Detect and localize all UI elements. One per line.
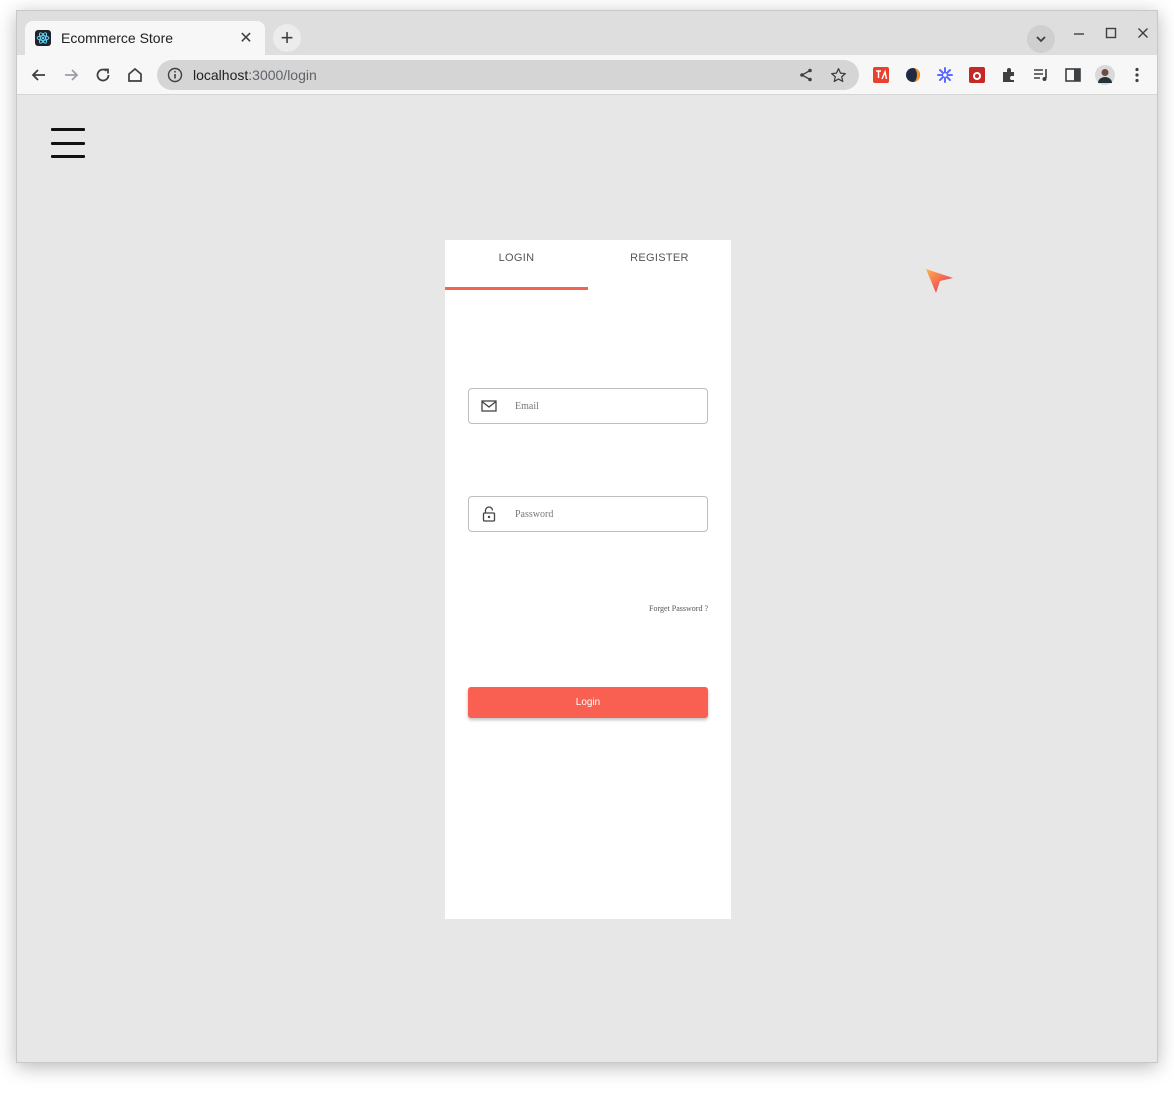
close-window-button[interactable] bbox=[1131, 23, 1155, 43]
tab-search-button[interactable] bbox=[1027, 25, 1055, 53]
profile-avatar[interactable] bbox=[1095, 65, 1115, 85]
forward-button[interactable] bbox=[57, 61, 85, 89]
chevron-down-icon bbox=[1036, 36, 1046, 43]
menu-icon[interactable] bbox=[51, 127, 85, 159]
snowflake-extension-icon[interactable] bbox=[935, 65, 955, 85]
new-tab-button[interactable]: + bbox=[273, 24, 301, 52]
url-path: :3000/login bbox=[248, 67, 317, 83]
kebab-menu-icon[interactable] bbox=[1127, 65, 1147, 85]
menu-bar bbox=[51, 128, 85, 131]
reload-button[interactable] bbox=[89, 61, 117, 89]
tab-title: Ecommerce Store bbox=[61, 30, 174, 46]
browser-toolbar: localhost:3000/login bbox=[17, 55, 1157, 95]
media-control-icon[interactable] bbox=[1031, 65, 1051, 85]
password-input[interactable] bbox=[515, 508, 695, 520]
translate-extension-icon[interactable] bbox=[871, 65, 891, 85]
active-tab-indicator bbox=[445, 287, 588, 290]
url-text[interactable]: localhost:3000/login bbox=[193, 67, 785, 83]
email-input[interactable] bbox=[515, 400, 695, 412]
browser-window: Ecommerce Store ✕ + localhost:3000/login… bbox=[16, 10, 1158, 1063]
bookmark-star-icon[interactable] bbox=[827, 64, 849, 86]
minimize-button[interactable] bbox=[1067, 23, 1091, 43]
url-host: localhost bbox=[193, 67, 249, 83]
auth-tabs: LOGIN REGISTER bbox=[445, 240, 731, 290]
close-tab-icon[interactable]: ✕ bbox=[237, 29, 255, 47]
back-button[interactable] bbox=[25, 61, 53, 89]
bug-extension-icon[interactable] bbox=[967, 65, 987, 85]
share-icon[interactable] bbox=[795, 64, 817, 86]
page-viewport: LOGIN REGISTER Forget Password ? Login bbox=[17, 96, 1157, 1062]
forward-arrow-icon bbox=[65, 69, 79, 81]
menu-bar bbox=[51, 155, 85, 158]
address-bar[interactable]: localhost:3000/login bbox=[157, 60, 859, 90]
tab-strip: Ecommerce Store ✕ + bbox=[17, 11, 1157, 55]
extensions-puzzle-icon[interactable] bbox=[999, 65, 1019, 85]
reload-icon bbox=[96, 68, 110, 82]
back-arrow-icon bbox=[31, 69, 45, 81]
home-button[interactable] bbox=[121, 61, 149, 89]
mail-icon bbox=[481, 398, 497, 414]
browser-tab[interactable]: Ecommerce Store ✕ bbox=[25, 21, 265, 55]
menu-bar bbox=[51, 141, 85, 145]
side-panel-icon[interactable] bbox=[1063, 65, 1083, 85]
dark-extension-icon[interactable] bbox=[903, 65, 923, 85]
react-favicon-icon bbox=[35, 30, 51, 46]
lock-icon bbox=[481, 506, 497, 522]
auth-card: LOGIN REGISTER Forget Password ? Login bbox=[445, 240, 731, 919]
forgot-password-link[interactable]: Forget Password ? bbox=[649, 604, 708, 613]
tab-register[interactable]: REGISTER bbox=[588, 240, 731, 290]
tab-login[interactable]: LOGIN bbox=[445, 240, 588, 290]
site-info-icon[interactable] bbox=[167, 67, 183, 83]
email-field[interactable] bbox=[468, 388, 708, 424]
pointer-arrow-icon bbox=[926, 269, 953, 293]
password-field[interactable] bbox=[468, 496, 708, 532]
home-icon bbox=[128, 67, 142, 82]
login-button[interactable]: Login bbox=[468, 687, 708, 718]
maximize-button[interactable] bbox=[1099, 23, 1123, 43]
